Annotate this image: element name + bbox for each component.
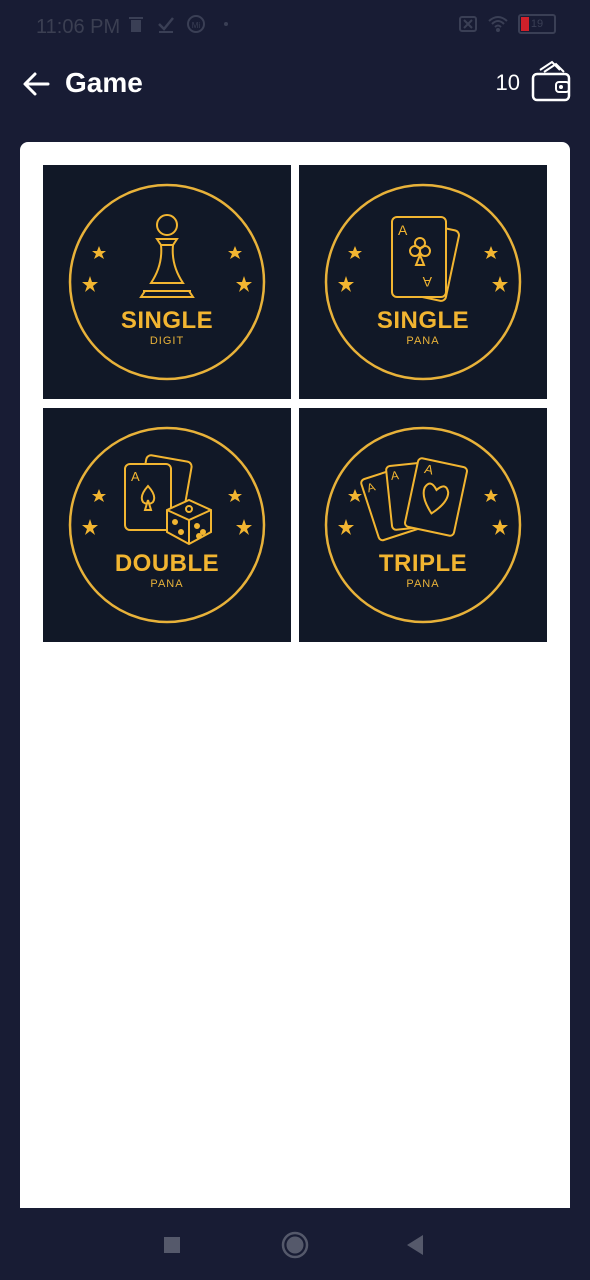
home-button[interactable]: [280, 1230, 310, 1260]
double-pana-badge: A: [68, 426, 266, 624]
tile-subtitle: PANA: [150, 578, 184, 590]
battery-icon: 19: [518, 14, 556, 34]
trash-icon: [129, 17, 143, 32]
game-tile-single-pana[interactable]: A A SINGLE PANA: [299, 165, 547, 399]
single-digit-badge: [68, 183, 266, 381]
single-pana-badge: A A: [324, 183, 522, 381]
wallet-icon[interactable]: [530, 60, 572, 104]
tile-subtitle: DIGIT: [149, 335, 185, 347]
page-title: Game: [65, 67, 143, 98]
tile-title: SINGLE: [120, 307, 214, 334]
tile-subtitle: PANA: [406, 335, 440, 347]
game-tile-triple-pana[interactable]: A A A TRIPLE PANA: [299, 408, 547, 642]
no-sim-icon: [459, 16, 477, 32]
wifi-icon: [488, 16, 508, 32]
svg-text:Mi: Mi: [192, 21, 201, 30]
status-time: 11:06 PM: [36, 16, 121, 38]
back-arrow-button[interactable]: [16, 64, 56, 104]
pawn-icon: [139, 214, 195, 298]
recents-button[interactable]: [157, 1230, 187, 1260]
svg-text:A: A: [422, 274, 432, 290]
three-cards-icon: A A A: [360, 457, 468, 542]
system-nav-bar: [0, 1208, 590, 1280]
sim-icon: Mi: [187, 15, 205, 33]
wallet-balance: 10: [495, 70, 520, 95]
cards-dice-icon: A: [124, 454, 212, 546]
arrow-left-icon: [23, 72, 50, 96]
status-icons-left: Mi: [126, 14, 236, 34]
battery-level: 19: [530, 18, 544, 30]
game-tile-single-digit[interactable]: SINGLE DIGIT: [43, 165, 291, 399]
game-tile-double-pana[interactable]: A DOUBLE PANA: [43, 408, 291, 642]
svg-text:A: A: [398, 222, 408, 238]
triple-pana-badge: A A A: [324, 426, 522, 624]
status-icons-right: 19: [458, 14, 556, 34]
svg-text:A: A: [131, 469, 140, 484]
tile-subtitle: PANA: [406, 578, 440, 590]
dot-icon: [224, 22, 228, 26]
games-card: SINGLE DIGIT A A SINGLE PANA A DOUBLE PA…: [20, 142, 570, 1208]
tile-title: TRIPLE: [378, 550, 468, 577]
nav-back-button[interactable]: [401, 1230, 431, 1260]
tile-title: DOUBLE: [114, 550, 220, 577]
status-bar: 11:06 PM Mi 19: [0, 0, 590, 56]
card-club-icon: A A: [391, 216, 460, 302]
check-icon: [158, 17, 174, 33]
tile-title: SINGLE: [376, 307, 470, 334]
app-bar: Game 10: [0, 56, 590, 120]
svg-text:A: A: [390, 468, 399, 483]
